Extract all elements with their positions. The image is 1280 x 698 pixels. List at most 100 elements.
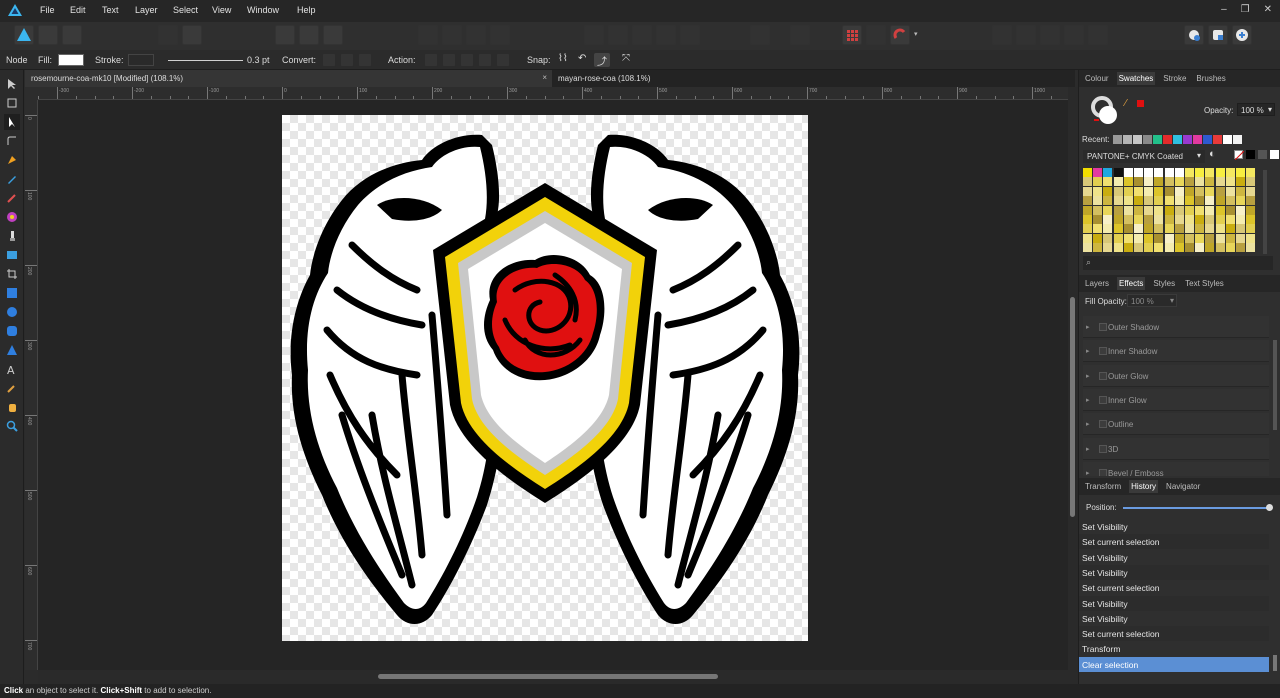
palette-swatch[interactable] — [1113, 224, 1123, 234]
palette-swatch[interactable] — [1215, 205, 1225, 215]
fill-opacity-input[interactable]: 100 % ▾ — [1127, 294, 1177, 307]
palette-swatch[interactable] — [1083, 233, 1092, 243]
palette-swatch[interactable] — [1195, 196, 1205, 206]
effect-row[interactable]: ▸ Inner Shadow — [1083, 340, 1269, 363]
recent-color-swatch[interactable] — [1203, 135, 1212, 144]
palette-swatch[interactable] — [1103, 233, 1113, 243]
action-smooth-icon[interactable] — [460, 53, 474, 67]
recent-color-swatch[interactable] — [1133, 135, 1142, 144]
palette-swatch[interactable] — [1225, 243, 1235, 253]
arrange-back-icon[interactable] — [992, 25, 1012, 45]
palette-swatch[interactable] — [1205, 224, 1215, 234]
corner-tool-icon[interactable] — [4, 133, 20, 149]
menu-view[interactable]: View — [212, 5, 231, 15]
palette-swatch[interactable] — [1113, 186, 1123, 196]
effect-checkbox[interactable] — [1099, 444, 1107, 453]
palette-swatch[interactable] — [1185, 196, 1194, 206]
history-item[interactable]: Set current selection — [1079, 626, 1269, 642]
fill-swatch[interactable] — [58, 54, 84, 66]
menu-file[interactable]: File — [40, 5, 55, 15]
vertical-scrollbar-thumb[interactable] — [1070, 297, 1075, 517]
effect-checkbox[interactable] — [1099, 395, 1107, 404]
document-setup-icon[interactable] — [158, 25, 178, 45]
pencil-tool-icon[interactable] — [4, 171, 20, 187]
palette-swatch[interactable] — [1134, 224, 1143, 234]
palette-swatch[interactable] — [1103, 196, 1113, 206]
align-right-icon[interactable] — [632, 25, 652, 45]
palette-swatch[interactable] — [1236, 205, 1245, 215]
fill-stroke-selector[interactable] — [1091, 96, 1121, 128]
palette-swatch[interactable] — [1113, 177, 1123, 187]
palette-swatch[interactable] — [1236, 186, 1245, 196]
action-reverse-icon[interactable] — [496, 53, 510, 67]
palette-swatch[interactable] — [1164, 177, 1174, 187]
palette-swatch[interactable] — [1185, 224, 1194, 234]
palette-swatch[interactable] — [1123, 233, 1133, 243]
palette-swatch[interactable] — [1236, 243, 1245, 253]
place-image-tool-icon[interactable] — [4, 247, 20, 263]
palette-swatch[interactable] — [1134, 177, 1143, 187]
palette-swatch[interactable] — [1123, 215, 1133, 224]
palette-swatch[interactable] — [1195, 233, 1205, 243]
black-swatch[interactable] — [1246, 150, 1255, 159]
palette-swatch[interactable] — [1093, 205, 1103, 215]
palette-swatch[interactable] — [1246, 233, 1256, 243]
palette-swatch[interactable] — [1174, 205, 1184, 215]
swatch-scrollbar[interactable] — [1263, 170, 1267, 254]
align-middle-icon[interactable] — [680, 25, 700, 45]
palette-swatch[interactable] — [1113, 168, 1123, 177]
palette-swatch[interactable] — [1103, 243, 1113, 253]
close-tab-icon[interactable]: × — [542, 73, 547, 82]
palette-swatch[interactable] — [1103, 177, 1113, 187]
palette-swatch[interactable] — [1123, 177, 1133, 187]
palette-swatch[interactable] — [1205, 233, 1215, 243]
action-join-icon[interactable] — [478, 53, 492, 67]
palette-swatch[interactable] — [1144, 233, 1154, 243]
palette-swatch[interactable] — [1144, 205, 1154, 215]
palette-swatch[interactable] — [1134, 168, 1143, 177]
snap-nodes-icon[interactable]: ⌇⌇ — [558, 53, 568, 64]
align-center-icon[interactable] — [608, 25, 628, 45]
ungroup-icon[interactable] — [466, 25, 486, 45]
expand-triangle-icon[interactable]: ▸ — [1086, 372, 1090, 380]
palette-swatch[interactable] — [1093, 186, 1103, 196]
expand-triangle-icon[interactable]: ▸ — [1086, 420, 1090, 428]
tab-effects[interactable]: Effects — [1117, 277, 1146, 290]
align-top-icon[interactable] — [656, 25, 676, 45]
effect-checkbox[interactable] — [1099, 371, 1107, 380]
snap-tangent-icon[interactable]: ⤴ — [594, 53, 610, 68]
palette-swatch[interactable] — [1123, 243, 1133, 253]
snapping-grid-icon[interactable] — [842, 25, 862, 45]
palette-swatch[interactable] — [1123, 196, 1133, 206]
palette-swatch[interactable] — [1205, 243, 1215, 253]
assistant-icon[interactable] — [1184, 25, 1204, 45]
ruler-corner[interactable] — [25, 87, 38, 100]
palette-swatch[interactable] — [1225, 196, 1235, 206]
palette-swatch[interactable] — [1164, 168, 1174, 177]
arrange-backward-icon[interactable] — [1016, 25, 1036, 45]
eyedropper-tool-icon[interactable] — [4, 380, 20, 396]
history-scrollbar[interactable] — [1273, 655, 1277, 671]
swatch-search[interactable]: ⌕ — [1083, 256, 1273, 270]
view-mode-2-icon[interactable] — [299, 25, 319, 45]
palette-swatch[interactable] — [1154, 215, 1164, 224]
palette-swatch[interactable] — [1195, 215, 1205, 224]
expand-triangle-icon[interactable]: ▸ — [1086, 445, 1090, 453]
palette-swatch[interactable] — [1185, 177, 1194, 187]
palette-swatch[interactable] — [1093, 224, 1103, 234]
palette-swatch[interactable] — [1215, 177, 1225, 187]
palette-swatch[interactable] — [1236, 215, 1245, 224]
vector-brush-tool-icon[interactable] — [4, 190, 20, 206]
view-mode-3-icon[interactable] — [323, 25, 343, 45]
menu-help[interactable]: Help — [297, 5, 316, 15]
effect-checkbox[interactable] — [1099, 323, 1107, 331]
snapping-dropdown-icon[interactable]: ▾ — [914, 30, 918, 38]
convert-smooth-icon[interactable] — [340, 53, 354, 67]
pixel-persona-icon[interactable] — [38, 25, 58, 45]
palette-swatch[interactable] — [1134, 215, 1143, 224]
palette-swatch[interactable] — [1174, 186, 1184, 196]
effect-row[interactable]: ▸ Bevel / Emboss — [1083, 461, 1269, 476]
palette-swatch[interactable] — [1205, 186, 1215, 196]
tab-mayan-rose-coa[interactable]: mayan-rose-coa (108.1%) — [552, 70, 702, 87]
expand-triangle-icon[interactable]: ▸ — [1086, 347, 1090, 355]
